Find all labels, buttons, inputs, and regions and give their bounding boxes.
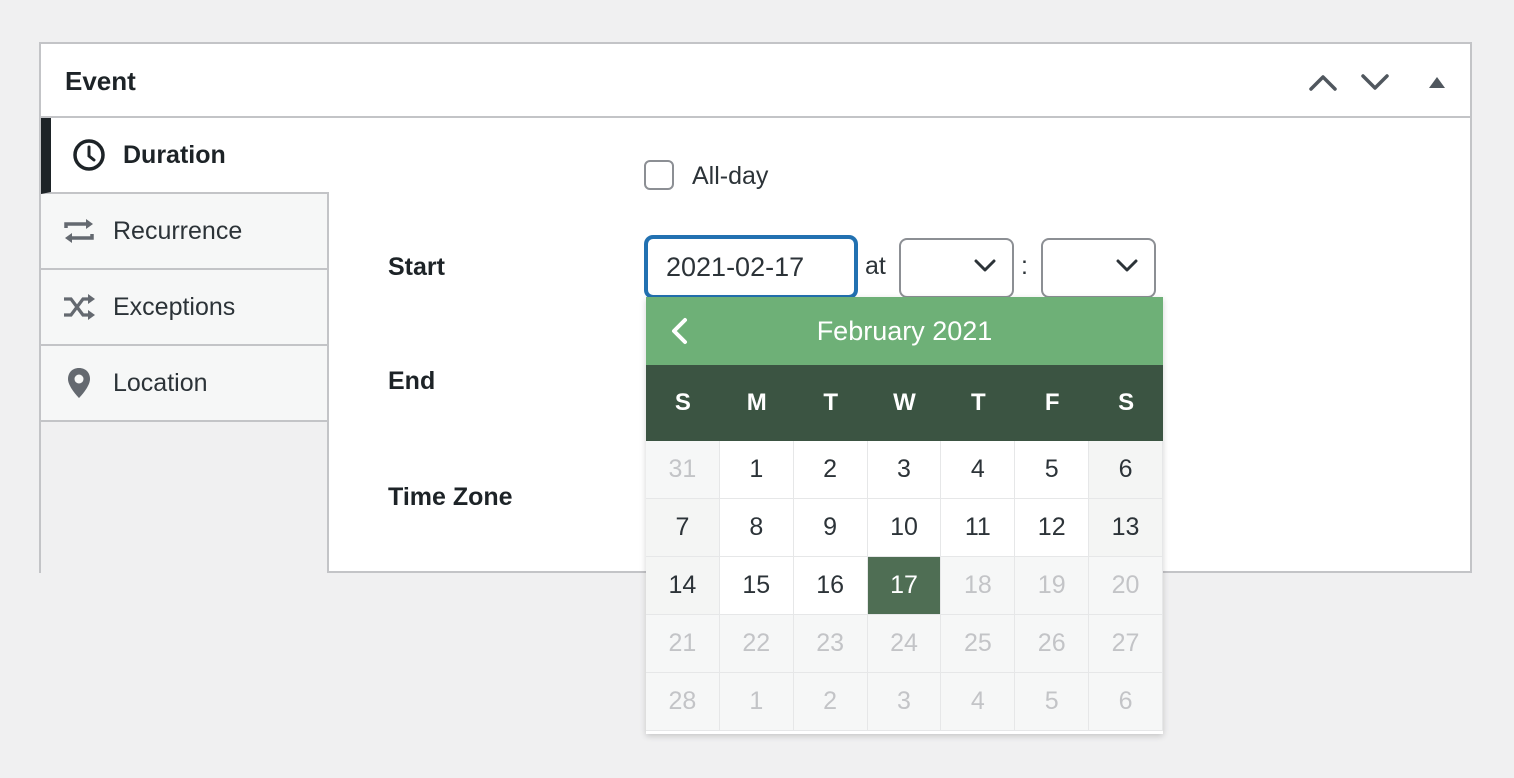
calendar-day: 23 [793,615,868,673]
calendar-day[interactable]: 11 [941,499,1016,557]
calendar-day[interactable]: 13 [1089,499,1163,557]
tab-exceptions-label: Exceptions [113,292,236,321]
calendar-day: 21 [646,615,720,673]
datepicker-header: February 2021 [646,297,1163,365]
calendar-day: 20 [1089,557,1163,615]
calendar-day[interactable]: 4 [941,441,1016,499]
calendar-day[interactable]: 14 [646,557,720,615]
weekday-label: S [1118,389,1135,416]
start-minute-select[interactable] [1041,238,1156,298]
datepicker-grid: 31 1 2 3 4 5 6 7 8 9 10 11 12 13 14 15 16 17 18 19 20 21 22 23 2… [646,441,1163,731]
move-down-button[interactable] [1355,62,1395,102]
chevron-down-icon [1116,259,1138,272]
toggle-panel-button[interactable] [1417,62,1457,102]
panel-header: Event [41,44,1470,118]
calendar-day[interactable]: 16 [793,557,868,615]
weekday-header: S M T W T F S [646,365,1163,441]
chevron-down-icon [1361,74,1389,90]
calendar-day[interactable]: 8 [719,499,794,557]
calendar-day: 6 [1089,673,1163,731]
calendar-day: 27 [1089,615,1163,673]
calendar-day: 3 [867,673,942,731]
calendar-day: 31 [646,441,720,499]
calendar-day: 25 [941,615,1016,673]
weekday-label: T [971,389,986,416]
weekday-label: S [674,389,691,416]
calendar-day-selected[interactable]: 17 [867,557,942,615]
timezone-label: Time Zone [388,483,513,511]
calendar-day: 24 [867,615,942,673]
calendar-day[interactable]: 6 [1089,441,1163,499]
chevron-left-icon [672,318,687,344]
all-day-label: All-day [692,162,769,190]
calendar-day: 28 [646,673,720,731]
start-label: Start [388,253,445,281]
calendar-day[interactable]: 2 [793,441,868,499]
start-date-input[interactable]: 2021-02-17 [645,236,857,298]
tab-location[interactable]: Location [41,346,327,422]
prev-month-button[interactable] [670,317,688,350]
calendar-day: 18 [941,557,1016,615]
clock-icon [71,137,107,173]
tab-exceptions[interactable]: Exceptions [41,270,327,346]
weekday-label: M [746,389,767,416]
time-separator: : [1021,252,1028,280]
repeat-icon [61,213,97,249]
chevron-down-icon [974,259,996,272]
weekday-label: W [893,389,916,416]
calendar-day[interactable]: 5 [1015,441,1090,499]
calendar-day[interactable]: 7 [646,499,720,557]
calendar-day: 5 [1015,673,1090,731]
triangle-up-icon [1429,77,1445,88]
calendar-day: 1 [719,673,794,731]
calendar-day: 26 [1015,615,1090,673]
tab-recurrence[interactable]: Recurrence [41,194,327,270]
tab-duration[interactable]: Duration [41,118,329,194]
calendar-day: 22 [719,615,794,673]
at-label: at [865,252,886,280]
calendar-day[interactable]: 10 [867,499,942,557]
calendar-day[interactable]: 3 [867,441,942,499]
weekday-label: F [1044,389,1060,416]
calendar-day[interactable]: 15 [719,557,794,615]
tab-recurrence-label: Recurrence [113,216,243,245]
tab-location-label: Location [113,368,208,397]
calendar-day[interactable]: 1 [719,441,794,499]
tab-sidebar: Duration Recurrence Exceptions Location [41,118,329,573]
all-day-checkbox[interactable] [644,160,674,190]
datepicker-month-title: February 2021 [816,315,993,346]
calendar-day: 4 [941,673,1016,731]
end-label: End [388,367,436,395]
weekday-label: T [823,389,838,416]
chevron-up-icon [1309,75,1337,91]
datepicker: February 2021 S M T W T F S 31 1 2 3 4 5 6 7 8 9 1… [646,297,1163,734]
calendar-day: 19 [1015,557,1090,615]
start-hour-select[interactable] [899,238,1014,298]
calendar-day: 2 [793,673,868,731]
calendar-day[interactable]: 12 [1015,499,1090,557]
panel-title: Event [65,66,136,96]
map-pin-icon [61,365,97,401]
calendar-day[interactable]: 9 [793,499,868,557]
tab-duration-label: Duration [123,140,226,169]
move-up-button[interactable] [1303,62,1343,102]
shuffle-icon [61,289,97,325]
